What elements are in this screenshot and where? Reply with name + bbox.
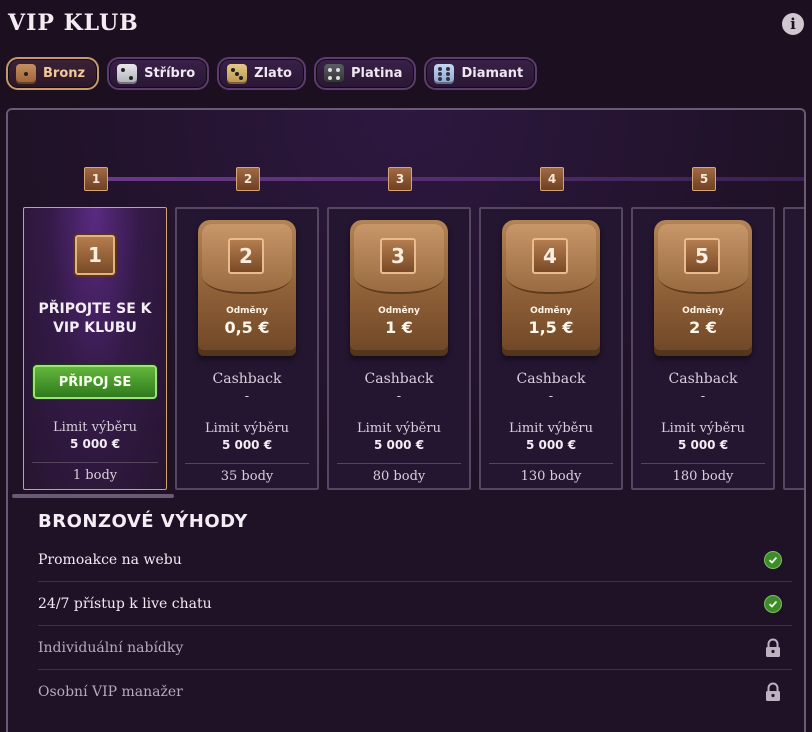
reward-value: 2 € — [689, 318, 717, 337]
reward-label: Odměny — [682, 306, 724, 316]
level-marker-3: 3 — [388, 167, 412, 191]
cashback-label: Cashback — [516, 371, 586, 387]
lock-icon — [764, 638, 782, 658]
points-required: 130 body — [520, 469, 582, 484]
tab-bronze[interactable]: Bronz — [6, 57, 100, 90]
level-badge: 1 — [75, 235, 115, 275]
cashback-label: Cashback — [364, 371, 434, 387]
points-required: 1 body — [72, 468, 118, 483]
limit-value: 5 000 € — [373, 438, 425, 452]
cashback-label: Cashback — [212, 371, 282, 387]
limit-label: Limit výběru — [357, 421, 441, 436]
benefit-row: 24/7 přístup k live chatu — [38, 582, 792, 626]
tab-gold[interactable]: Zlato — [217, 57, 306, 90]
vip-panel: 1 2 3 4 5 1 PŘIPOJTE SE K VIP KLUBU PŘIP… — [6, 108, 806, 732]
card-divider — [489, 463, 613, 464]
level-card-4[interactable]: 4 Odměny 1,5 € Cashback - Limit výběru 5… — [479, 207, 623, 490]
points-required: 180 body — [672, 469, 734, 484]
level-badge: 3 — [380, 238, 416, 274]
reward-label: Odměny — [378, 306, 420, 316]
reward-bag-icon: 5 Odměny 2 € — [654, 220, 752, 356]
join-button[interactable]: PŘIPOJ SE — [33, 365, 157, 399]
join-headline: PŘIPOJTE SE K VIP KLUBU — [38, 301, 152, 336]
limit-label: Limit výběru — [53, 420, 137, 435]
benefits-title: BRONZOVÉ VÝHODY — [38, 511, 248, 532]
points-required: 80 body — [372, 469, 426, 484]
reward-bag-icon: 2 Odměny 0,5 € — [198, 220, 296, 356]
limit-value: 5 000 € — [677, 438, 729, 452]
cashback-value: - — [548, 389, 554, 404]
carousel-scrollbar[interactable] — [12, 494, 174, 498]
cashback-value: - — [700, 389, 706, 404]
reward-value: 0,5 € — [224, 318, 270, 337]
tab-platinum[interactable]: Platina — [313, 57, 417, 90]
card-divider — [641, 463, 765, 464]
limit-label: Limit výběru — [205, 421, 289, 436]
level-card-3[interactable]: 3 Odměny 1 € Cashback - Limit výběru 5 0… — [327, 207, 471, 490]
tab-label: Stříbro — [144, 66, 196, 81]
tab-silver[interactable]: Stříbro — [107, 57, 210, 90]
tab-label: Bronz — [43, 66, 86, 81]
cashback-label: Cashback — [668, 371, 738, 387]
limit-value: 5 000 € — [221, 438, 273, 452]
reward-label: Odměny — [530, 306, 572, 316]
cashback-value: - — [244, 389, 250, 404]
page-title: VIP KLUB — [8, 10, 139, 36]
limit-label: Limit výběru — [661, 421, 745, 436]
level-marker-2: 2 — [236, 167, 260, 191]
check-icon — [764, 594, 782, 613]
limit-label: Limit výběru — [509, 421, 593, 436]
tab-diamond[interactable]: Diamant — [424, 57, 538, 90]
benefit-label: Individuální nabídky — [38, 639, 184, 656]
level-badge: 4 — [532, 238, 568, 274]
level-marker-1: 1 — [84, 167, 108, 191]
card-divider — [32, 462, 158, 463]
tab-label: Zlato — [254, 66, 292, 81]
check-icon — [764, 550, 782, 569]
diamond-die-icon — [434, 63, 455, 84]
reward-bag-icon: 3 Odměny 1 € — [350, 220, 448, 356]
reward-value: 1 € — [385, 318, 413, 337]
level-badge: 5 — [684, 238, 720, 274]
level-marker-4: 4 — [540, 167, 564, 191]
tab-label: Platina — [350, 66, 403, 81]
level-card-6-partial[interactable] — [783, 207, 804, 490]
benefit-row: Individuální nabídky — [38, 626, 792, 670]
card-divider — [185, 463, 309, 464]
silver-die-icon — [117, 63, 138, 84]
info-icon[interactable]: i — [782, 13, 804, 35]
gold-die-icon — [227, 63, 248, 84]
card-divider — [337, 463, 461, 464]
benefit-row: Promoakce na webu — [38, 538, 792, 582]
benefit-label: Promoakce na webu — [38, 551, 182, 568]
level-card-5[interactable]: 5 Odměny 2 € Cashback - Limit výběru 5 0… — [631, 207, 775, 490]
reward-value: 1,5 € — [528, 318, 574, 337]
cashback-value: - — [396, 389, 402, 404]
level-marker-5: 5 — [692, 167, 716, 191]
tab-label: Diamant — [461, 66, 524, 81]
tier-tabs: Bronz Stříbro Zlato Platina Diamant — [6, 57, 538, 90]
reward-label: Odměny — [226, 306, 268, 316]
limit-value: 5 000 € — [69, 437, 121, 451]
bronze-die-icon — [16, 63, 36, 84]
reward-bag-icon: 4 Odměny 1,5 € — [502, 220, 600, 356]
points-required: 35 body — [220, 469, 274, 484]
platinum-die-icon — [323, 63, 344, 84]
lock-icon — [764, 682, 782, 702]
level-card-1[interactable]: 1 PŘIPOJTE SE K VIP KLUBU PŘIPOJ SE Limi… — [23, 207, 167, 490]
limit-value: 5 000 € — [525, 438, 577, 452]
benefit-label: Osobní VIP manažer — [38, 684, 183, 700]
level-badge: 2 — [228, 238, 264, 274]
benefit-label: 24/7 přístup k live chatu — [38, 595, 212, 612]
benefit-row: Osobní VIP manažer — [38, 670, 792, 714]
level-card-2[interactable]: 2 Odměny 0,5 € Cashback - Limit výběru 5… — [175, 207, 319, 490]
